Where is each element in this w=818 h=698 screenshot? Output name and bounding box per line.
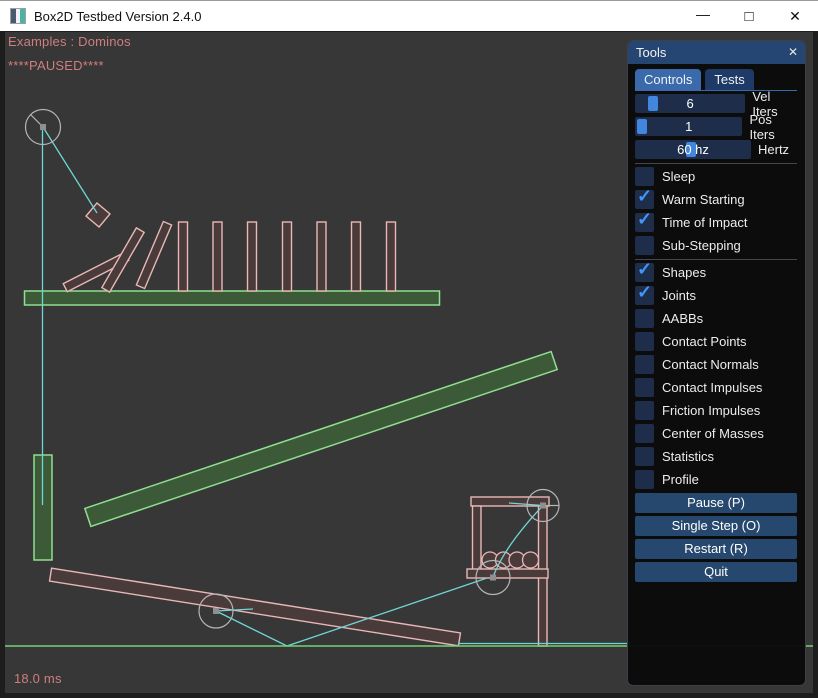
vel-iters-slider[interactable]: 6: [635, 94, 745, 113]
maximize-button[interactable]: □: [726, 1, 772, 31]
pos-iters-slider[interactable]: 1: [635, 117, 742, 136]
app-icon: [10, 8, 26, 24]
checkbox[interactable]: [635, 167, 654, 186]
quit-button[interactable]: Quit: [635, 562, 797, 582]
checkbox-row-contact-normals[interactable]: Contact Normals: [635, 355, 797, 374]
checkbox-row-contact-impulses[interactable]: Contact Impulses: [635, 378, 797, 397]
tools-panel-title: Tools: [636, 45, 666, 60]
pos-iters-value: 1: [635, 117, 742, 136]
app-window: Box2D Testbed Version 2.4.0 — □ ✕: [0, 0, 818, 698]
hertz-slider[interactable]: 60 hz: [635, 140, 751, 159]
vel-iters-value: 6: [635, 94, 745, 113]
checkbox[interactable]: [635, 355, 654, 374]
close-button[interactable]: ✕: [772, 1, 818, 31]
separator: [635, 163, 797, 164]
hertz-label: Hertz: [758, 142, 789, 157]
checkbox[interactable]: [635, 447, 654, 466]
checkbox-row-sleep[interactable]: Sleep: [635, 167, 797, 186]
checkbox[interactable]: [635, 286, 654, 305]
checkbox[interactable]: [635, 332, 654, 351]
window-title: Box2D Testbed Version 2.4.0: [34, 9, 201, 24]
checkbox-row-joints[interactable]: Joints: [635, 286, 797, 305]
separator: [635, 259, 797, 260]
checkbox-row-statistics[interactable]: Statistics: [635, 447, 797, 466]
checkbox-row-time-of-impact[interactable]: Time of Impact: [635, 213, 797, 232]
checkbox[interactable]: [635, 309, 654, 328]
checkbox-row-shapes[interactable]: Shapes: [635, 263, 797, 282]
tools-panel: Tools ✕ Controls Tests 6 Vel Iters 1: [627, 40, 806, 686]
pause-button[interactable]: Pause (P): [635, 493, 797, 513]
checkbox-row-warm-starting[interactable]: Warm Starting: [635, 190, 797, 209]
single-step-button[interactable]: Single Step (O): [635, 516, 797, 536]
tab-controls[interactable]: Controls: [635, 69, 701, 90]
checkbox[interactable]: [635, 263, 654, 282]
pos-iters-label: Pos Iters: [749, 112, 797, 142]
window-titlebar[interactable]: Box2D Testbed Version 2.4.0 — □ ✕: [0, 0, 818, 31]
hertz-value: 60 hz: [635, 140, 751, 159]
fallen-dominoes[interactable]: [63, 221, 171, 292]
standing-dominoes[interactable]: [179, 222, 396, 291]
newton-cradle-frame[interactable]: [467, 497, 549, 646]
checkbox-row-contact-points[interactable]: Contact Points: [635, 332, 797, 351]
checkbox-row-friction-impulses[interactable]: Friction Impulses: [635, 401, 797, 420]
minimize-button[interactable]: —: [680, 1, 726, 31]
checkbox-row-sub-stepping[interactable]: Sub-Stepping: [635, 236, 797, 255]
tab-tests[interactable]: Tests: [705, 69, 753, 90]
checkbox[interactable]: [635, 213, 654, 232]
bottom-plank[interactable]: [50, 568, 461, 646]
cradle-balls[interactable]: [482, 552, 539, 568]
checkbox-row-profile[interactable]: Profile: [635, 470, 797, 489]
checkbox-row-aabbs[interactable]: AABBs: [635, 309, 797, 328]
caption-buttons: — □ ✕: [680, 1, 818, 31]
frame-time-label: 18.0 ms: [14, 671, 62, 686]
paused-label: ****PAUSED****: [8, 58, 104, 73]
pendulum-box[interactable]: [86, 203, 110, 227]
checkbox[interactable]: [635, 190, 654, 209]
restart-button[interactable]: Restart (R): [635, 539, 797, 559]
checkbox[interactable]: [635, 424, 654, 443]
tools-panel-titlebar[interactable]: Tools ✕: [628, 41, 805, 64]
checkbox-row-center-of-masses[interactable]: Center of Masses: [635, 424, 797, 443]
checkbox[interactable]: [635, 401, 654, 420]
example-label: Examples : Dominos: [8, 34, 131, 49]
tools-panel-close-icon[interactable]: ✕: [788, 41, 798, 64]
checkbox[interactable]: [635, 378, 654, 397]
domino-shelf: [25, 291, 440, 305]
checkbox[interactable]: [635, 470, 654, 489]
checkbox[interactable]: [635, 236, 654, 255]
